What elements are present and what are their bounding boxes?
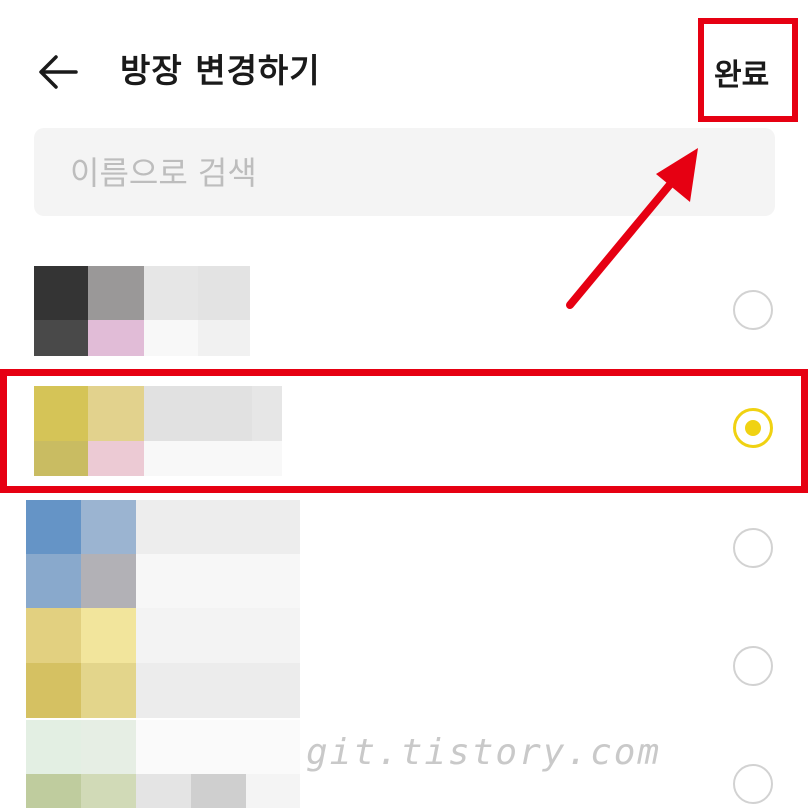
select-radio[interactable]: [733, 646, 773, 686]
selected-row-highlight-box: [0, 369, 808, 493]
member-row[interactable]: [0, 608, 808, 720]
back-arrow-icon[interactable]: [36, 50, 80, 94]
done-button-highlight-box: [698, 18, 798, 122]
member-row[interactable]: [0, 496, 808, 610]
select-radio[interactable]: [733, 764, 773, 804]
member-avatar-blurred: [34, 266, 250, 356]
member-avatar-blurred: [26, 720, 300, 808]
page-title: 방장 변경하기: [120, 51, 321, 90]
member-avatar-blurred: [26, 500, 300, 608]
app-header: 방장 변경하기 완료: [0, 0, 808, 130]
annotation-arrow-icon: [566, 148, 698, 309]
select-radio[interactable]: [733, 528, 773, 568]
select-radio[interactable]: [733, 290, 773, 330]
member-avatar-blurred: [26, 608, 300, 718]
watermark-text: git.tistory.com: [306, 732, 662, 773]
